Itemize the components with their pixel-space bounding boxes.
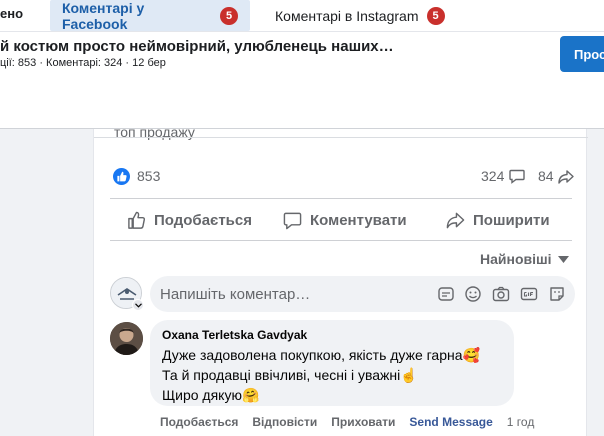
- thumbs-up-icon: [128, 211, 146, 229]
- comment-like-link[interactable]: Подобається: [160, 415, 238, 429]
- share-button[interactable]: Поширити: [446, 207, 550, 233]
- avatar-sticker-icon[interactable]: [548, 285, 566, 303]
- divider: [110, 198, 572, 199]
- divider: [94, 137, 588, 138]
- comment-hide-link[interactable]: Приховати: [331, 415, 395, 429]
- triangle-down-icon: [557, 255, 569, 263]
- tab-instagram-badge: 5: [426, 6, 445, 25]
- share-count-icon: [558, 170, 574, 184]
- comment-reply-link[interactable]: Відповісти: [252, 415, 317, 429]
- tab-instagram-label: Коментарі в Instagram: [275, 7, 419, 24]
- comment-author[interactable]: Oxana Terletska Gavdyak: [162, 328, 502, 342]
- comment-bubble: Oxana Terletska Gavdyak Дуже задоволена …: [150, 320, 514, 406]
- sticker-icon[interactable]: [437, 285, 455, 303]
- tab-facebook-badge: 5: [220, 6, 238, 25]
- tab-bar: ено Коментарі у Facebook 5 Коментарі в I…: [0, 0, 604, 32]
- shares-count[interactable]: 84: [538, 168, 554, 184]
- gif-icon[interactable]: [520, 285, 538, 303]
- comment-text-line: Дуже задоволена покупкою, якість дуже га…: [162, 347, 480, 363]
- like-reaction-icon[interactable]: [113, 168, 130, 185]
- comment-actions: Подобається Відповісти Приховати Send Messa…: [160, 415, 534, 429]
- sort-label: Найновіші: [480, 251, 552, 267]
- tab-facebook-label: Коментарі у Facebook: [62, 0, 145, 32]
- post-title: й костюм просто неймовірний, улюбленець …: [0, 38, 394, 55]
- share-arrow-icon: [446, 212, 465, 228]
- avatar[interactable]: [110, 322, 143, 355]
- tab-facebook-comments[interactable]: Коментарі у Facebook 5: [50, 0, 250, 32]
- comment-composer: [150, 276, 575, 312]
- speech-bubble-icon: [283, 212, 302, 229]
- send-message-link[interactable]: Send Message: [409, 415, 492, 429]
- comment-button[interactable]: Коментувати: [283, 207, 407, 233]
- camera-icon[interactable]: [492, 285, 510, 303]
- promote-button[interactable]: Прос: [560, 36, 604, 72]
- comment-count-icon: [509, 169, 525, 184]
- comment-button-label: Коментувати: [310, 211, 407, 229]
- post-stats: 853 324 84: [94, 165, 588, 185]
- share-button-label: Поширити: [473, 211, 550, 229]
- like-button-label: Подобається: [154, 211, 252, 229]
- likes-count[interactable]: 853: [137, 168, 160, 184]
- comment-input[interactable]: [160, 276, 420, 312]
- comments-count[interactable]: 324: [481, 168, 504, 184]
- tab-instagram-comments[interactable]: Коментарі в Instagram 5: [263, 0, 463, 31]
- comment-text-line: Та й продавці ввічливі, чесні і уважні☝️: [162, 367, 418, 383]
- post-meta: ції: 853 · Коментарі: 324 · 12 бер: [0, 57, 166, 69]
- tab-partial-label[interactable]: ено: [0, 6, 23, 21]
- comment-text-line: Щиро дякую🤗: [162, 387, 260, 403]
- facebook-post-card: топ продажу 853 324 84 Подобається Комен…: [93, 124, 588, 436]
- chevron-down-icon[interactable]: [132, 299, 144, 311]
- emoji-icon[interactable]: [464, 285, 482, 303]
- comment-sort-dropdown[interactable]: Найновіші: [480, 251, 569, 267]
- comment-timestamp[interactable]: 1 год: [507, 415, 535, 429]
- like-button[interactable]: Подобається: [127, 207, 252, 233]
- divider: [110, 240, 572, 241]
